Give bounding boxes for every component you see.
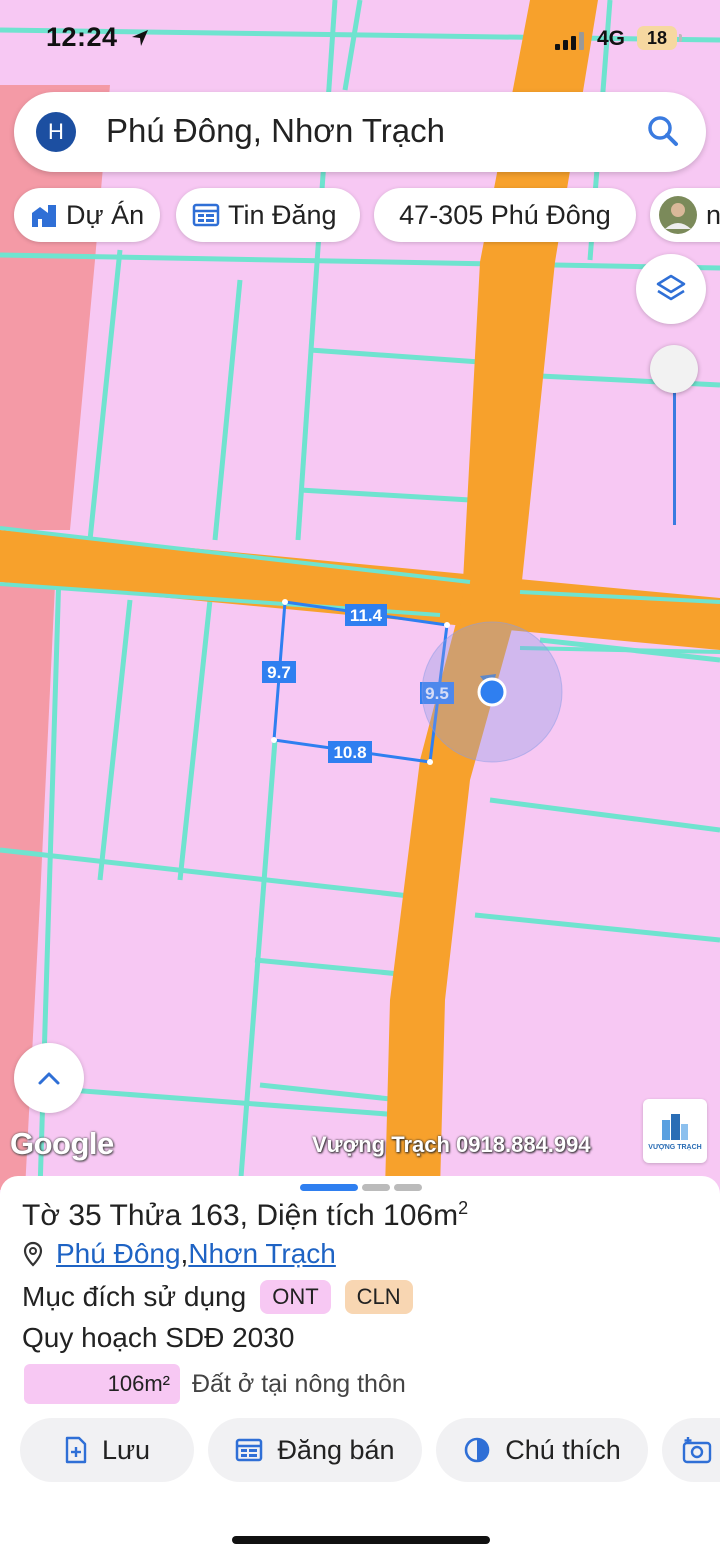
chip-label: Dự Án	[66, 199, 145, 230]
location-separator: ,	[180, 1238, 189, 1269]
legend-label: Chú thích	[505, 1434, 621, 1465]
chevron-up-icon	[38, 1072, 60, 1085]
battery-level: 18	[646, 27, 668, 48]
watermark-logo: VƯỢNG TRẠCH	[643, 1099, 707, 1163]
location-arrow-icon	[132, 30, 148, 46]
add-photo-icon	[682, 1437, 712, 1464]
sheet-page-indicator[interactable]	[362, 1184, 390, 1191]
edge-label-left: 9.7	[267, 663, 291, 682]
parcel-info-sheet: Tờ 35 Thửa 163, Diện tích 106m2 Phú Đông…	[0, 1176, 720, 1558]
tag-ont[interactable]: ONT	[260, 1280, 331, 1314]
watermark-logo-text: VƯỢNG TRẠCH	[648, 1143, 702, 1151]
location-dot	[477, 677, 507, 707]
district-link[interactable]: Nhơn Trạch	[188, 1238, 336, 1270]
map-canvas[interactable]: 11.4 9.7 9.5 10.8	[0, 0, 720, 1190]
layers-button[interactable]	[636, 254, 706, 324]
status-bar: 12:24 4G 18	[0, 0, 720, 80]
plan-title: Quy hoạch SDĐ 2030	[22, 1322, 295, 1353]
area-unit-sup: 2	[458, 1198, 469, 1218]
save-button[interactable]: Lưu	[20, 1418, 194, 1482]
sell-label: Đăng bán	[277, 1434, 395, 1465]
sheet-page-indicator-active[interactable]	[300, 1184, 358, 1191]
search-query[interactable]: Phú Đông, Nhơn Trạch	[106, 112, 445, 150]
chip-tin-dang[interactable]: Tin Đăng	[176, 188, 360, 242]
ward-link[interactable]: Phú Đông	[56, 1238, 181, 1270]
parcel-location: Phú Đông, Nhơn Trạch	[22, 1238, 336, 1270]
plan-row: 106m² Đất ở tại nông thôn	[24, 1364, 406, 1404]
map-view[interactable]: 11.4 9.7 9.5 10.8	[0, 0, 720, 1190]
action-bar: Lưu Đăng bán Chú thích	[20, 1418, 720, 1482]
sheet-page-indicator[interactable]	[394, 1184, 422, 1191]
filter-chips: Dự Án Tin Đăng 47-305 Phú Đông n	[14, 188, 720, 244]
listing-icon	[192, 202, 220, 228]
building-icon	[30, 202, 58, 228]
avatar-letter: H	[48, 119, 64, 144]
search-icon[interactable]	[646, 114, 680, 148]
contrast-icon	[463, 1436, 491, 1464]
add-photo-button[interactable]	[662, 1418, 720, 1482]
layers-icon	[656, 274, 686, 301]
edge-label-top: 11.4	[350, 606, 383, 625]
battery-icon: 18	[637, 26, 682, 50]
google-logo: Google	[10, 1126, 114, 1161]
chip-label: 47-305 Phú Đông	[399, 199, 611, 230]
save-label: Lưu	[101, 1434, 151, 1465]
chip-du-an[interactable]: Dự Án	[14, 188, 160, 242]
chip-parcel-address[interactable]: 47-305 Phú Đông	[374, 188, 636, 242]
tag-cln[interactable]: CLN	[344, 1280, 413, 1314]
home-indicator[interactable]	[232, 1536, 490, 1544]
clock: 12:24	[46, 22, 118, 52]
land-use-purpose: Mục đích sử dụng ONT CLN	[22, 1280, 413, 1314]
chip-label: Tin Đăng	[228, 199, 337, 230]
opacity-slider-knob[interactable]	[650, 345, 698, 393]
app-avatar[interactable]: H	[36, 112, 76, 152]
watermark-text: Vượng Trạch 0918.884.994	[312, 1132, 591, 1157]
edge-label-bottom: 10.8	[333, 743, 366, 762]
building-logo-icon	[662, 1113, 688, 1140]
signal-icon	[555, 32, 584, 50]
avatar-photo	[658, 195, 698, 235]
chip-user[interactable]: n	[650, 188, 720, 242]
expand-button[interactable]	[14, 1043, 84, 1113]
purpose-label: Mục đích sử dụng	[22, 1281, 247, 1312]
opacity-slider-track[interactable]	[673, 390, 676, 525]
plan-description: Đất ở tại nông thôn	[192, 1369, 406, 1398]
parcel-title-text: Tờ 35 Thửa 163, Diện tích 106m	[22, 1199, 459, 1232]
network-type: 4G	[597, 27, 626, 50]
add-file-icon	[64, 1436, 88, 1464]
post-sale-button[interactable]: Đăng bán	[208, 1418, 422, 1482]
chip-label: n	[706, 199, 720, 230]
listing-icon	[235, 1437, 263, 1463]
pin-icon	[23, 1241, 43, 1267]
legend-button[interactable]: Chú thích	[436, 1418, 648, 1482]
plan-area: 106m²	[107, 1371, 170, 1396]
parcel-title: Tờ 35 Thửa 163, Diện tích 106m2	[22, 1198, 468, 1233]
search-bar[interactable]: H Phú Đông, Nhơn Trạch	[14, 92, 706, 172]
plan-area-bar: 106m²	[24, 1364, 180, 1404]
